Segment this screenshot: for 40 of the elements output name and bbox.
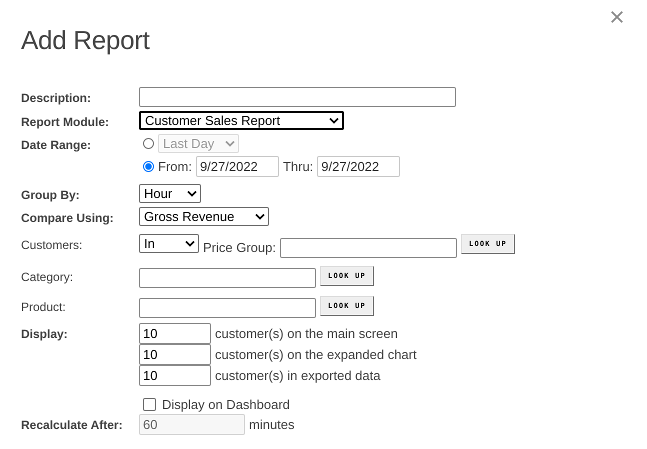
display-text: customer(s) on the main screen — [215, 326, 398, 341]
price-group-label: Price Group: — [203, 240, 276, 255]
input-field[interactable] — [139, 298, 316, 318]
field-label: Customers: — [21, 237, 84, 252]
field-label: Compare Using: — [21, 210, 115, 225]
caret-icon — [255, 213, 265, 220]
field-label: Date Range: — [21, 137, 92, 152]
field-label: Display: — [21, 326, 69, 341]
dropdown[interactable]: In — [139, 234, 199, 253]
dialog-title: Add Report — [21, 25, 150, 55]
input-field[interactable]: 10 — [139, 323, 211, 344]
input-field[interactable] — [139, 87, 456, 107]
field-label: Product: — [21, 299, 67, 314]
display-text: customer(s) in exported data — [215, 368, 380, 383]
dropdown[interactable]: Customer Sales Report — [139, 111, 344, 130]
input-field[interactable] — [139, 268, 316, 288]
checkbox-label: Display on Dashboard — [162, 397, 290, 412]
from-label: From: — [158, 159, 192, 174]
radio-button[interactable] — [143, 161, 154, 172]
input-field[interactable] — [280, 238, 457, 258]
caret-icon — [329, 117, 339, 124]
input-field[interactable]: 10 — [139, 344, 211, 365]
thru-label: Thru: — [282, 159, 314, 174]
field-label: Group By: — [21, 187, 81, 202]
field-label: Description: — [21, 90, 92, 105]
caret-icon — [225, 140, 235, 147]
input-field[interactable]: 10 — [139, 365, 211, 386]
date-field[interactable]: 9/27/2022 — [196, 156, 279, 177]
dropdown[interactable]: Gross Revenue — [139, 207, 269, 226]
dropdown[interactable]: Hour — [139, 184, 201, 203]
caret-icon — [185, 240, 195, 247]
close-icon[interactable] — [610, 10, 624, 24]
field-label: Report Module: — [21, 114, 110, 129]
field-label: Recalculate After: — [21, 417, 124, 432]
date-field[interactable]: 9/27/2022 — [317, 156, 400, 177]
display-text: customer(s) on the expanded chart — [215, 347, 417, 362]
caret-icon — [187, 190, 197, 197]
checkbox[interactable] — [143, 398, 156, 411]
unit-label: minutes — [249, 417, 295, 432]
field-label: Category: — [21, 269, 74, 284]
